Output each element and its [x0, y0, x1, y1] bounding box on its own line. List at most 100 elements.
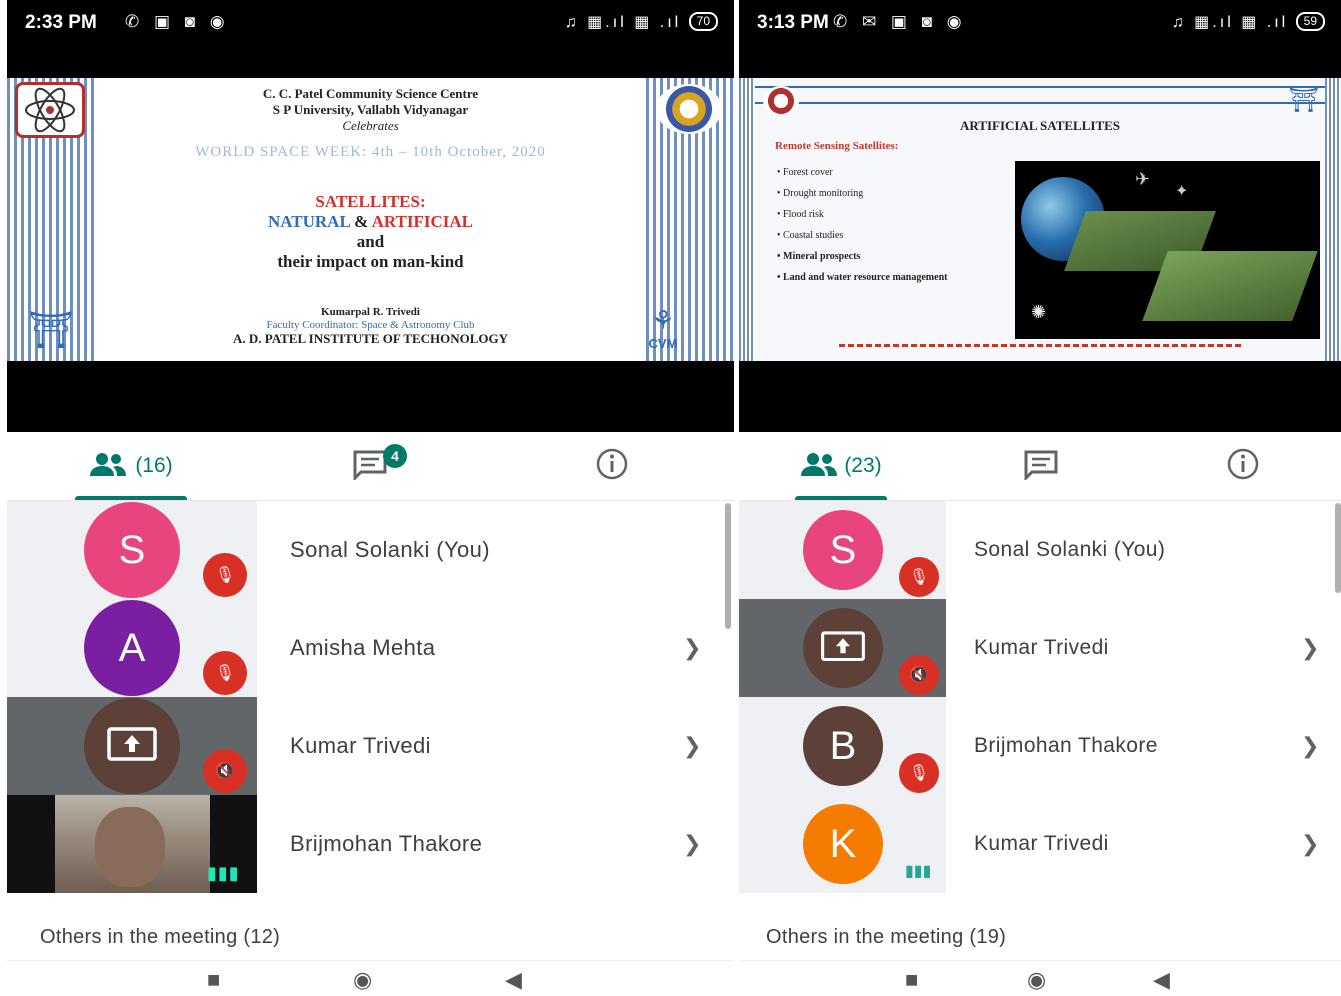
participant-name: Brijmohan Thakore: [974, 734, 1158, 757]
slide-section: Remote Sensing Satellites:: [775, 140, 899, 152]
bullet-item: • Forest cover: [777, 167, 833, 178]
participant-video-tile: ▮▮▮: [7, 795, 257, 893]
slide-presenter: Kumarpal R. Trivedi: [321, 306, 420, 318]
tab-chat[interactable]: [1019, 432, 1063, 500]
home-icon[interactable]: ◉: [353, 967, 372, 993]
people-icon: [800, 451, 838, 482]
mic-off-icon: 🎙: [203, 553, 247, 597]
slide-header-line1: C. C. Patel Community Science Centre: [262, 86, 479, 101]
participant-tile: K ▮▮▮: [739, 795, 946, 893]
slide-institute: A. D. PATEL INSTITUTE OF TECHONOLOGY: [232, 331, 509, 346]
participant-tile: S 🎙: [739, 501, 946, 599]
tab-chat[interactable]: 4: [327, 432, 417, 500]
bullet-item: • Flood risk: [777, 209, 824, 220]
participant-row[interactable]: 🔇 Kumar Trivedi ❯: [7, 697, 734, 795]
avatar: K: [803, 804, 883, 884]
status-bar: 2:33 PM ✆ ▣ ◙ ◉ ♫ ▦.ıl ▦ .ıl 70: [7, 0, 734, 78]
slide-title-3: and: [356, 232, 385, 251]
tab-people[interactable]: (16): [75, 432, 187, 500]
participant-row[interactable]: S 🎙 Sonal Solanki (You): [739, 501, 1341, 599]
chevron-right-icon[interactable]: ❯: [1301, 599, 1319, 697]
notification-icons: ✆ ▣ ◙ ◉: [125, 12, 230, 31]
battery-icon: 59: [1295, 12, 1325, 31]
others-heading: Others in the meeting (19): [766, 926, 1007, 948]
participant-name: Sonal Solanki (You): [974, 538, 1166, 561]
signal-icons: ♫ ▦.ıl ▦ .ıl 59: [1172, 12, 1325, 32]
bullet-item: • Land and water resource management: [777, 272, 948, 283]
status-time: 2:33 PM: [25, 12, 97, 33]
participant-row[interactable]: 🔇 Kumar Trivedi ❯: [739, 599, 1341, 697]
atom-logo-icon: [763, 86, 799, 116]
slide-title-4: their impact on man-kind: [277, 252, 464, 271]
tab-info[interactable]: [1221, 432, 1265, 500]
participant-row[interactable]: A 🎙 Amisha Mehta ❯: [7, 599, 734, 697]
speaker-off-icon: 🔇: [203, 749, 247, 793]
back-icon[interactable]: ◀: [1153, 967, 1170, 993]
slide-title-2: NATURAL & ARTIFICIAL: [7, 212, 734, 232]
tab-underline: [795, 496, 887, 500]
slide-header-line2: S P University, Vallabh Vidyanagar: [272, 102, 469, 117]
participant-name: Sonal Solanki (You): [290, 537, 491, 562]
participant-row[interactable]: ▮▮▮ Brijmohan Thakore ❯: [7, 795, 734, 893]
avatar: B: [803, 706, 883, 786]
people-count: (23): [844, 454, 882, 477]
avatar: S: [84, 502, 180, 598]
meeting-tabs: (23): [739, 432, 1341, 501]
slide-bullets: • Forest cover • Drought monitoring • Fl…: [777, 162, 1007, 288]
recents-icon[interactable]: ■: [905, 967, 918, 993]
bullet-item: • Drought monitoring: [777, 188, 864, 199]
mic-off-icon: 🎙: [899, 753, 939, 793]
slide-banner: WORLD SPACE WEEK: 4th – 10th October, 20…: [95, 135, 646, 169]
avatar: S: [803, 510, 883, 590]
slide-title: ARTIFICIAL SATELLITES: [959, 118, 1121, 133]
mic-off-icon: 🎙: [203, 651, 247, 695]
left-phone-screen: 2:33 PM ✆ ▣ ◙ ◉ ♫ ▦.ıl ▦ .ıl 70 WORLD SP…: [7, 0, 734, 996]
participant-video: [55, 795, 210, 893]
chevron-right-icon[interactable]: ❯: [1301, 795, 1319, 893]
chevron-right-icon[interactable]: ❯: [683, 697, 701, 795]
tab-info[interactable]: [577, 432, 647, 500]
gear-logo-icon: ✺: [1031, 302, 1047, 322]
mic-off-icon: 🎙: [899, 557, 939, 597]
scrollbar[interactable]: [1335, 503, 1341, 593]
slide-title-amp: &: [354, 212, 369, 231]
participant-row[interactable]: S 🎙 Sonal Solanki (You): [7, 501, 734, 599]
recents-icon[interactable]: ■: [207, 967, 220, 993]
tab-people[interactable]: (23): [795, 432, 887, 500]
status-time: 3:13 PM: [757, 12, 829, 33]
participant-tile: 🔇: [7, 697, 257, 795]
participant-tile: A 🎙: [7, 599, 257, 697]
participant-name: Kumar Trivedi: [974, 636, 1109, 659]
chat-icon: [1023, 448, 1059, 485]
slide-title-1: SATELLITES:: [315, 192, 426, 211]
participant-tile: 🔇: [739, 599, 946, 697]
participant-tile: S 🎙: [7, 501, 257, 599]
participant-row[interactable]: B 🎙 Brijmohan Thakore ❯: [739, 697, 1341, 795]
screen-share-icon: [84, 698, 180, 794]
back-icon[interactable]: ◀: [505, 967, 522, 993]
scrollbar[interactable]: [725, 503, 731, 629]
bullet-item: • Coastal studies: [777, 230, 844, 241]
participant-row[interactable]: K ▮▮▮ Kumar Trivedi ❯: [739, 795, 1341, 893]
info-icon: [595, 447, 629, 486]
android-nav-bar: ■ ◉ ◀: [7, 960, 734, 996]
android-nav-bar: ■ ◉ ◀: [739, 960, 1341, 996]
participant-name: Kumar Trivedi: [974, 832, 1109, 855]
presentation-slide: WORLD SPACE WEEK: 4th – 10th October, 20…: [7, 78, 734, 361]
home-icon[interactable]: ◉: [1027, 967, 1046, 993]
presentation-stage[interactable]: ⛩ ARTIFICIAL SATELLITES Remote Sensing S…: [739, 78, 1341, 432]
presentation-stage[interactable]: WORLD SPACE WEEK: 4th – 10th October, 20…: [7, 78, 734, 432]
slide-title-artificial: ARTIFICIAL: [371, 212, 474, 231]
slide-title-natural: NATURAL: [267, 212, 350, 231]
earth-satellite-image: ✈ ✦: [1015, 161, 1320, 339]
cvm-logo-text: CVM: [648, 336, 678, 351]
info-icon: [1226, 447, 1260, 486]
participant-tile: B 🎙: [739, 697, 946, 795]
chevron-right-icon[interactable]: ❯: [683, 795, 701, 893]
slide-header-line3: Celebrates: [342, 118, 399, 133]
presentation-slide: ⛩ ARTIFICIAL SATELLITES Remote Sensing S…: [739, 78, 1341, 361]
slide-footer: [839, 344, 1241, 347]
chevron-right-icon[interactable]: ❯: [1301, 697, 1319, 795]
chevron-right-icon[interactable]: ❯: [683, 599, 701, 697]
participant-name: Amisha Mehta: [290, 635, 436, 660]
